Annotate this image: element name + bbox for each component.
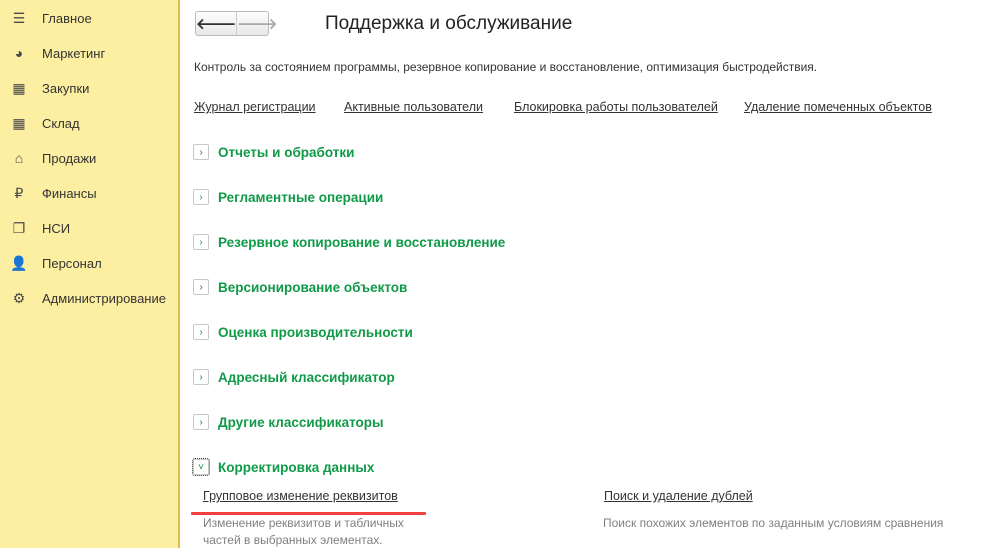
basket-icon: ⌂ — [14, 150, 24, 166]
find-duplicates-description: Поиск похожих элементов по заданным усло… — [603, 516, 944, 530]
section-classifiers[interactable]: › Другие классификаторы — [193, 412, 384, 432]
sidebar-item-main[interactable]: ☰ Главное — [0, 3, 178, 33]
link-event-log[interactable]: Журнал регистрации — [194, 100, 316, 114]
link-delete-marked[interactable]: Удаление помеченных объектов — [744, 100, 932, 114]
sidebar: ☰ Главное ◕ Маркетинг ▦ Закупки ▦ Склад ⌂ Про… — [0, 0, 180, 548]
sidebar-item-nsi[interactable]: ❐ НСИ — [0, 213, 178, 243]
section-reports[interactable]: › Отчеты и обработки — [193, 142, 354, 162]
section-address[interactable]: › Адресный классификатор — [193, 367, 395, 387]
chevron-right-icon[interactable]: › — [193, 414, 209, 430]
ruble-icon: ₽ — [14, 184, 24, 201]
page-description: Контроль за состоянием программы, резерв… — [194, 60, 818, 74]
gear-icon: ⚙ — [12, 289, 26, 306]
menu-icon: ☰ — [12, 9, 26, 26]
sidebar-item-finance[interactable]: ₽ Финансы — [0, 178, 178, 208]
main-content: 🡐 🡒 Поддержка и обслуживание Контроль за… — [182, 0, 981, 548]
link-group-edit[interactable]: Групповое изменение реквизитов — [203, 489, 398, 503]
sidebar-item-purchases[interactable]: ▦ Закупки — [0, 73, 178, 103]
link-block-users[interactable]: Блокировка работы пользователей — [514, 100, 718, 114]
section-backup[interactable]: › Резервное копирование и восстановление — [193, 232, 505, 252]
link-find-duplicates[interactable]: Поиск и удаление дублей — [604, 489, 753, 503]
pie-chart-icon: ◕ — [14, 45, 24, 61]
chevron-right-icon[interactable]: › — [193, 234, 209, 250]
chevron-right-icon[interactable]: › — [193, 189, 209, 205]
history-nav: 🡐 🡒 — [195, 11, 277, 36]
sidebar-item-sales[interactable]: ⌂ Продажи — [0, 143, 178, 173]
page-title: Поддержка и обслуживание — [325, 13, 573, 34]
sidebar-item-marketing[interactable]: ◕ Маркетинг — [0, 38, 178, 68]
chevron-right-icon[interactable]: › — [193, 279, 209, 295]
cart-icon: ▦ — [12, 79, 26, 96]
section-performance[interactable]: › Оценка производительности — [193, 322, 413, 342]
back-button[interactable]: 🡐 — [196, 12, 236, 35]
sidebar-item-warehouse[interactable]: ▦ Склад — [0, 108, 178, 138]
person-icon: 👤 — [10, 254, 28, 271]
warehouse-icon: ▦ — [12, 114, 26, 131]
forward-button[interactable]: 🡒 — [236, 12, 277, 35]
sidebar-item-personnel[interactable]: 👤 Персонал — [0, 248, 178, 278]
group-edit-description: Изменение реквизитов и табличных частей … — [203, 516, 404, 547]
section-data-correction[interactable]: ˅ Корректировка данных — [192, 457, 374, 477]
chevron-right-icon[interactable]: › — [193, 369, 209, 385]
chevron-right-icon[interactable]: › — [193, 144, 209, 160]
chevron-down-icon[interactable]: ˅ — [192, 458, 210, 476]
section-versioning[interactable]: › Версионирование объектов — [193, 277, 407, 297]
section-scheduled[interactable]: › Регламентные операции — [193, 187, 383, 207]
link-active-users[interactable]: Активные пользователи — [344, 100, 483, 114]
sidebar-item-administration[interactable]: ⚙ Администрирование — [0, 283, 178, 313]
documents-icon: ❐ — [12, 219, 26, 236]
chevron-right-icon[interactable]: › — [193, 324, 209, 340]
